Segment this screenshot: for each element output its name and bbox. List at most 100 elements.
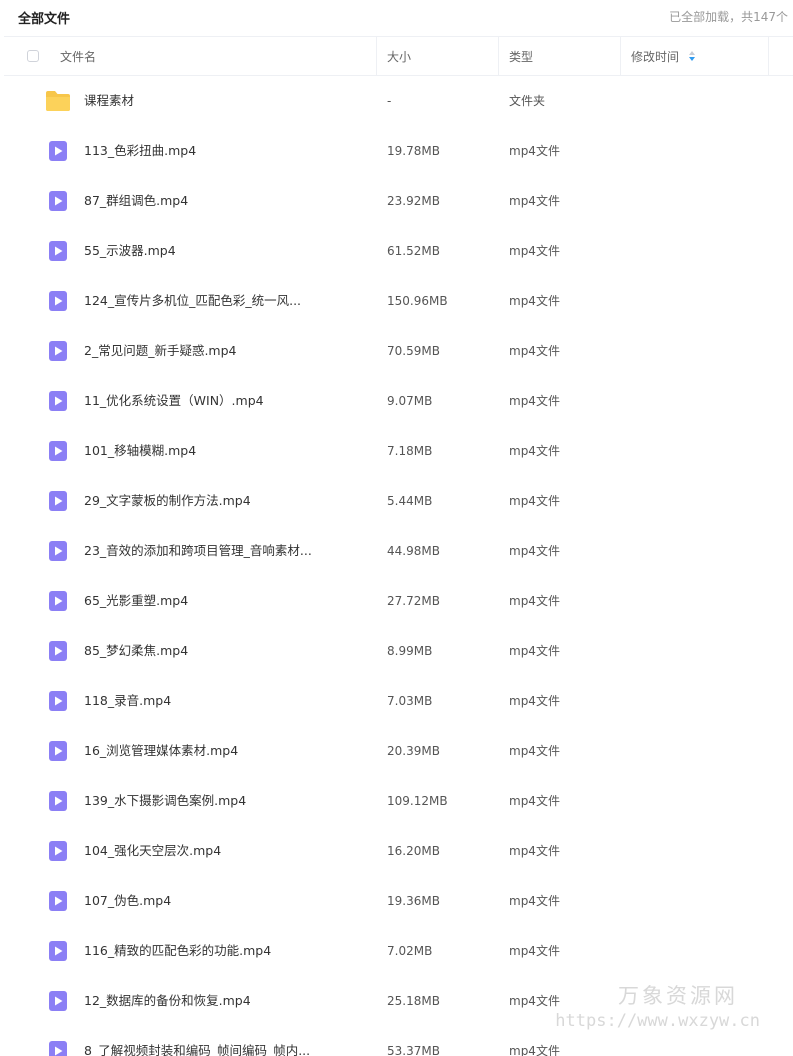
file-size: 7.18MB <box>387 444 433 458</box>
video-file-icon <box>44 539 72 563</box>
file-name[interactable]: 87_群组调色.mp4 <box>84 176 188 226</box>
column-header-name[interactable]: 文件名 <box>60 37 96 77</box>
file-name[interactable]: 55_示波器.mp4 <box>84 226 176 276</box>
video-file-icon <box>44 889 72 913</box>
column-header-modified[interactable]: 修改时间 <box>631 37 679 77</box>
file-type: 文件夹 <box>509 94 546 108</box>
file-name[interactable]: 104_强化天空层次.mp4 <box>84 826 221 876</box>
file-size: 9.07MB <box>387 394 433 408</box>
video-file-icon <box>44 739 72 763</box>
video-file-icon <box>44 439 72 463</box>
file-name[interactable]: 8_了解视频封装和编码_帧间编码_帧内... <box>84 1026 310 1056</box>
file-type: mp4文件 <box>509 444 560 458</box>
file-row[interactable]: 107_伪色.mp4 19.36MB mp4文件 <box>4 876 793 926</box>
file-row[interactable]: 139_水下摄影调色案例.mp4 109.12MB mp4文件 <box>4 776 793 826</box>
file-type: mp4文件 <box>509 994 560 1008</box>
video-file-icon <box>44 939 72 963</box>
top-bar: 全部文件 已全部加载，共147个 <box>0 0 793 36</box>
column-header-type[interactable]: 类型 <box>509 37 533 77</box>
column-divider[interactable] <box>620 37 621 76</box>
file-name[interactable]: 课程素材 <box>84 76 134 126</box>
file-row[interactable]: 2_常见问题_新手疑惑.mp4 70.59MB mp4文件 <box>4 326 793 376</box>
file-type: mp4文件 <box>509 344 560 358</box>
file-name[interactable]: 107_伪色.mp4 <box>84 876 171 926</box>
file-table: 文件名 大小 类型 修改时间 课程素材 - 文件夹 113_色彩扭曲.mp4 19.78… <box>4 36 793 1056</box>
folder-icon <box>44 89 72 113</box>
video-file-icon <box>44 239 72 263</box>
file-size: 16.20MB <box>387 844 440 858</box>
load-status: 已全部加载，共147个 <box>669 10 788 24</box>
video-file-icon <box>44 289 72 313</box>
video-file-icon <box>44 389 72 413</box>
video-file-icon <box>44 339 72 363</box>
file-size: 7.02MB <box>387 944 433 958</box>
file-name[interactable]: 124_宣传片多机位_匹配色彩_统一风... <box>84 276 301 326</box>
file-size: 27.72MB <box>387 594 440 608</box>
file-size: 23.92MB <box>387 194 440 208</box>
video-file-icon <box>44 1039 72 1056</box>
file-name[interactable]: 139_水下摄影调色案例.mp4 <box>84 776 246 826</box>
file-size: 19.78MB <box>387 144 440 158</box>
column-divider[interactable] <box>768 37 769 76</box>
file-row[interactable]: 11_优化系统设置（WIN）.mp4 9.07MB mp4文件 <box>4 376 793 426</box>
file-row[interactable]: 101_移轴模糊.mp4 7.18MB mp4文件 <box>4 426 793 476</box>
file-row[interactable]: 29_文字蒙板的制作方法.mp4 5.44MB mp4文件 <box>4 476 793 526</box>
file-type: mp4文件 <box>509 244 560 258</box>
file-row[interactable]: 12_数据库的备份和恢复.mp4 25.18MB mp4文件 <box>4 976 793 1026</box>
file-name[interactable]: 29_文字蒙板的制作方法.mp4 <box>84 476 251 526</box>
file-name[interactable]: 11_优化系统设置（WIN）.mp4 <box>84 376 264 426</box>
file-row[interactable]: 104_强化天空层次.mp4 16.20MB mp4文件 <box>4 826 793 876</box>
video-file-icon <box>44 489 72 513</box>
file-size: 44.98MB <box>387 544 440 558</box>
file-size: 109.12MB <box>387 794 448 808</box>
file-name[interactable]: 116_精致的匹配色彩的功能.mp4 <box>84 926 271 976</box>
sort-icon[interactable] <box>688 49 696 63</box>
file-size: 25.18MB <box>387 994 440 1008</box>
file-row[interactable]: 8_了解视频封装和编码_帧间编码_帧内... 53.37MB mp4文件 <box>4 1026 793 1056</box>
column-header-size[interactable]: 大小 <box>387 37 411 77</box>
file-row[interactable]: 116_精致的匹配色彩的功能.mp4 7.02MB mp4文件 <box>4 926 793 976</box>
file-size: 61.52MB <box>387 244 440 258</box>
video-file-icon <box>44 589 72 613</box>
file-name[interactable]: 16_浏览管理媒体素材.mp4 <box>84 726 238 776</box>
file-row[interactable]: 87_群组调色.mp4 23.92MB mp4文件 <box>4 176 793 226</box>
video-file-icon <box>44 989 72 1013</box>
select-all-checkbox[interactable] <box>27 50 39 62</box>
file-type: mp4文件 <box>509 744 560 758</box>
file-row[interactable]: 55_示波器.mp4 61.52MB mp4文件 <box>4 226 793 276</box>
file-name[interactable]: 85_梦幻柔焦.mp4 <box>84 626 188 676</box>
file-name[interactable]: 101_移轴模糊.mp4 <box>84 426 196 476</box>
file-name[interactable]: 12_数据库的备份和恢复.mp4 <box>84 976 251 1026</box>
file-row[interactable]: 16_浏览管理媒体素材.mp4 20.39MB mp4文件 <box>4 726 793 776</box>
file-name[interactable]: 65_光影重塑.mp4 <box>84 576 188 626</box>
file-type: mp4文件 <box>509 594 560 608</box>
file-type: mp4文件 <box>509 544 560 558</box>
video-file-icon <box>44 139 72 163</box>
file-name[interactable]: 118_录音.mp4 <box>84 676 171 726</box>
file-size: 7.03MB <box>387 694 433 708</box>
file-type: mp4文件 <box>509 144 560 158</box>
file-type: mp4文件 <box>509 494 560 508</box>
file-row[interactable]: 118_录音.mp4 7.03MB mp4文件 <box>4 676 793 726</box>
file-type: mp4文件 <box>509 644 560 658</box>
file-row[interactable]: 124_宣传片多机位_匹配色彩_统一风... 150.96MB mp4文件 <box>4 276 793 326</box>
file-type: mp4文件 <box>509 1044 560 1056</box>
file-row[interactable]: 23_音效的添加和跨项目管理_音响素材... 44.98MB mp4文件 <box>4 526 793 576</box>
file-size: 8.99MB <box>387 644 433 658</box>
file-size: - <box>387 94 392 108</box>
file-name[interactable]: 113_色彩扭曲.mp4 <box>84 126 196 176</box>
file-name[interactable]: 2_常见问题_新手疑惑.mp4 <box>84 326 237 376</box>
page-title: 全部文件 <box>18 12 71 27</box>
file-row[interactable]: 课程素材 - 文件夹 <box>4 76 793 126</box>
file-row[interactable]: 113_色彩扭曲.mp4 19.78MB mp4文件 <box>4 126 793 176</box>
file-manager-page: 全部文件 已全部加载，共147个 文件名 大小 类型 修改时间 课程素材 - 文件夹… <box>0 0 793 1056</box>
file-row[interactable]: 85_梦幻柔焦.mp4 8.99MB mp4文件 <box>4 626 793 676</box>
file-name[interactable]: 23_音效的添加和跨项目管理_音响素材... <box>84 526 312 576</box>
file-type: mp4文件 <box>509 694 560 708</box>
file-row[interactable]: 65_光影重塑.mp4 27.72MB mp4文件 <box>4 576 793 626</box>
column-divider[interactable] <box>498 37 499 76</box>
video-file-icon <box>44 689 72 713</box>
file-type: mp4文件 <box>509 844 560 858</box>
table-header: 文件名 大小 类型 修改时间 <box>4 36 793 76</box>
column-divider[interactable] <box>376 37 377 76</box>
